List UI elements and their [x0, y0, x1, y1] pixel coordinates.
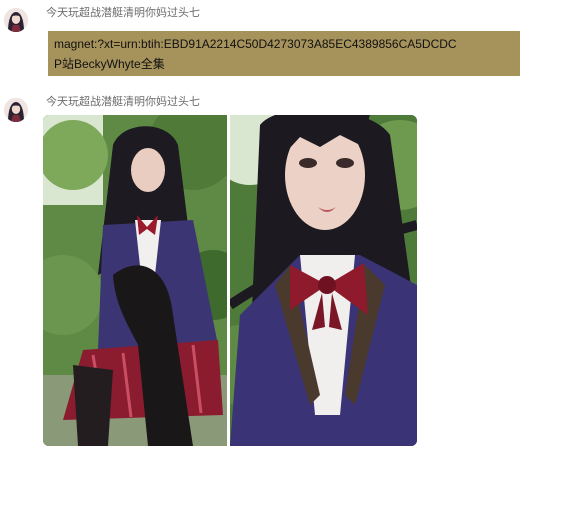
sender-name: 今天玩超战潜艇清明你妈过头七 — [46, 6, 200, 19]
message-image-closeup[interactable] — [230, 115, 417, 446]
message-bubble[interactable]: magnet:?xt=urn:btih:EBD91A2214C50D427307… — [48, 31, 520, 76]
magnet-link-text[interactable]: magnet:?xt=urn:btih:EBD91A2214C50D427307… — [54, 34, 520, 54]
message-image-full-body[interactable] — [43, 115, 227, 446]
message-text: P站BeckyWhyte全集 — [54, 57, 165, 71]
avatar[interactable] — [4, 98, 28, 122]
sender-name: 今天玩超战潜艇清明你妈过头七 — [46, 95, 200, 108]
avatar[interactable] — [4, 8, 28, 32]
